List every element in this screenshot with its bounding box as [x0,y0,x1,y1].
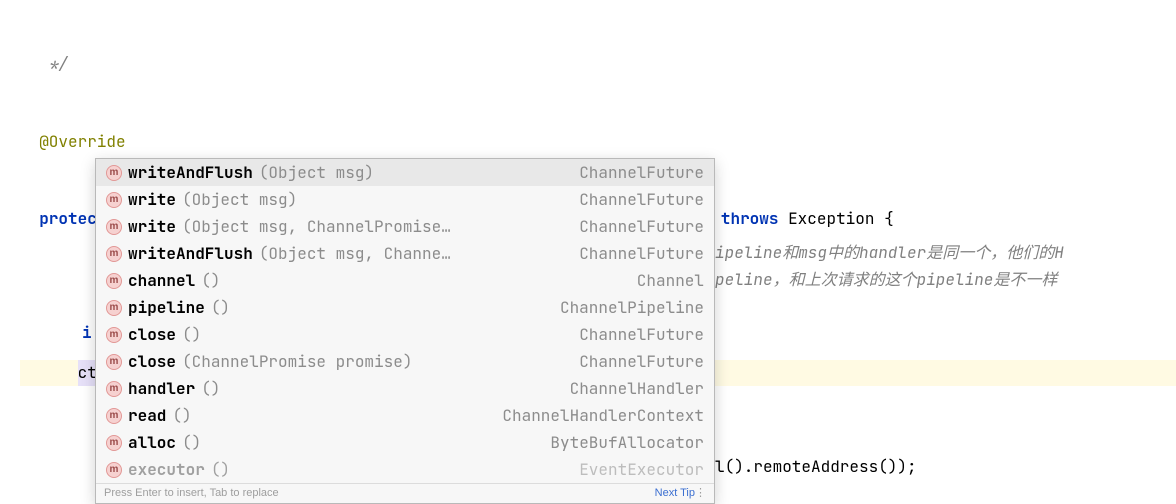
completion-name: writeAndFlush [128,160,253,186]
completion-item[interactable]: malloc() ByteBufAllocator [96,429,714,456]
completion-name: close [128,322,176,348]
completion-params: (Object msg) [259,160,374,186]
completion-item[interactable]: m handler() ChannelHandler [96,375,714,402]
completion-return-type: ChannelFuture [579,160,704,186]
method-icon: m [106,165,122,181]
completion-params: (Object msg) [182,187,297,213]
method-icon: m [106,300,122,316]
completion-name: executor [128,457,205,483]
completion-return-type: ChannelHandlerContext [502,403,704,429]
completion-item[interactable]: mwrite(Object msg, ChannelPromise… Channe… [96,213,714,240]
completion-params: () [211,295,230,321]
completion-name: pipeline [128,295,205,321]
completion-return-type: ChannelPipeline [560,295,704,321]
completion-name: handler [128,376,195,402]
method-icon: m [106,381,122,397]
kw-throws: throws [721,206,779,232]
completion-item[interactable]: m writeAndFlush(Object msg, Channe… Channe… [96,240,714,267]
method-icon: m [106,435,122,451]
sig-rest: Exception { [778,206,893,232]
obscured-comment-2: peline，和上次请求的这个pipeline是不一样 [715,267,1057,293]
indent [20,360,78,386]
method-icon: m [106,192,122,208]
completion-return-type: EventExecutor [579,457,704,483]
completion-item[interactable]: mwrite(Object msg) ChannelFuture [96,186,714,213]
method-icon: m [106,354,122,370]
completion-item[interactable]: m executor() EventExecutor [96,456,714,483]
completion-params: () [201,376,220,402]
completion-return-type: ChannelFuture [579,241,704,267]
completion-params: () [182,322,201,348]
completion-params: () [201,268,220,294]
completion-params: (Object msg, Channe… [259,241,451,267]
completion-name: close [128,349,176,375]
completion-item[interactable]: m channel() Channel [96,267,714,294]
completion-return-type: ByteBufAllocator [550,430,704,456]
obscured-comment-1: ipeline和msg中的handler是同一个，他们的H [715,240,1064,266]
completion-return-type: ChannelHandler [570,376,704,402]
popup-next-tip[interactable]: Next Tip [655,485,695,503]
completion-name: writeAndFlush [128,241,253,267]
completion-return-type: ChannelFuture [579,214,704,240]
completion-item[interactable]: mclose() ChannelFuture [96,321,714,348]
completion-item[interactable]: mclose(ChannelPromise promise) ChannelFut… [96,348,714,375]
completion-return-type: ChannelFuture [579,322,704,348]
autocomplete-popup[interactable]: mwriteAndFlush(Object msg)ChannelFuturem… [95,158,715,504]
override-annotation: @Override [20,129,126,155]
method-icon: m [106,462,122,478]
completion-params: () [211,457,230,483]
method-icon: m [106,327,122,343]
completion-name: channel [128,268,195,294]
obscured-if: i [82,320,92,346]
completion-item[interactable]: mread() ChannelHandlerContext [96,402,714,429]
completion-return-type: Channel [637,268,704,294]
completion-params: (ChannelPromise promise) [182,349,412,375]
obscured-tail: l().remoteAddress()); [715,454,917,480]
completion-params: () [182,430,201,456]
completion-params: () [172,403,191,429]
completion-return-type: ChannelFuture [579,349,704,375]
completion-name: alloc [128,430,176,456]
completion-item[interactable]: m pipeline() ChannelPipeline [96,294,714,321]
method-icon: m [106,408,122,424]
completion-params: (Object msg, ChannelPromise… [182,214,451,240]
completion-return-type: ChannelFuture [579,187,704,213]
method-icon: m [106,246,122,262]
method-icon: m [106,219,122,235]
completion-name: write [128,214,176,240]
completion-name: read [128,403,166,429]
completion-item[interactable]: m writeAndFlush(Object msg) ChannelFuture [96,159,714,186]
method-icon: m [106,273,122,289]
popup-more-icon[interactable]: ⋮ [695,485,706,503]
comment-end: */ [20,51,68,77]
popup-hint: Press Enter to insert, Tab to replace [104,485,279,503]
popup-footer: Press Enter to insert, Tab to replace Nex… [96,483,714,503]
completion-name: write [128,187,176,213]
